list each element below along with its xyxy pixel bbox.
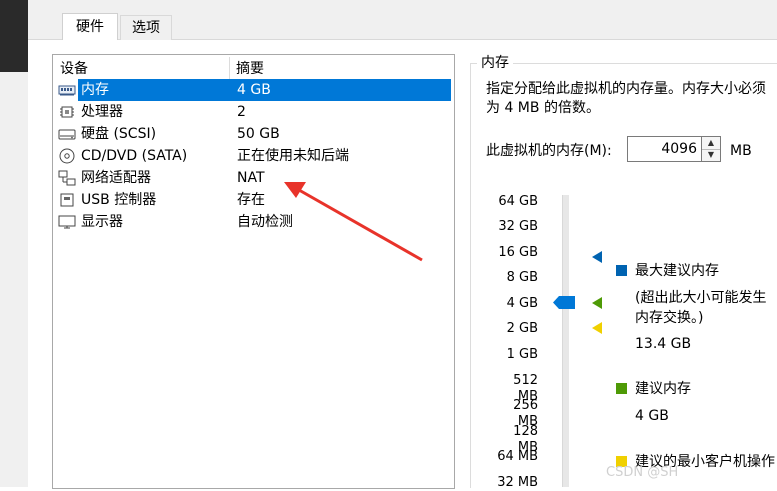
device-name: 处理器 [81,104,123,120]
tab-bar: 硬件 选项 [28,0,777,41]
legend-max-swatch [616,265,627,276]
spin-down-icon[interactable]: ▼ [702,149,720,161]
legend-recommended-label: 建议内存 [635,381,691,397]
harddisk-icon [58,129,76,140]
memory-group-title: 内存 [477,52,513,72]
scale-tick: 64 GB [498,194,538,209]
left-window-edge [0,0,28,487]
cd-icon [59,148,75,164]
memory-size-input[interactable]: 4096 [627,136,702,162]
recommended-marker [592,297,602,309]
device-name: 内存 [81,82,109,98]
legend-max-note: (超出此大小可能发生内存交换。) [635,290,767,326]
device-summary: 存在 [237,192,265,208]
device-name: 硬盘 (SCSI) [81,126,157,142]
monitor-icon [58,215,76,229]
device-row-cddvd[interactable]: CD/DVD (SATA) 正在使用未知后端 [54,145,451,167]
device-row-memory[interactable]: 内存 4 GB [54,79,451,101]
legend-recommended-swatch [616,383,627,394]
tab-options[interactable]: 选项 [120,15,172,40]
scale-tick: 32 MB [497,475,538,490]
scale-tick: 1 GB [506,347,538,362]
watermark: CSDN @SH [606,465,679,480]
memory-size-label: 此虚拟机的内存(M): [486,143,612,159]
device-summary: 4 GB [237,82,271,98]
legend-recommended-value: 4 GB [635,408,669,424]
min-recommended-marker [592,322,602,334]
column-header-device[interactable]: 设备 [60,59,88,79]
max-recommended-marker [592,251,602,263]
device-summary: 正在使用未知后端 [237,148,349,164]
scale-tick: 64 MB [497,449,538,464]
device-row-cpu[interactable]: 处理器 2 [54,101,451,123]
legend-max-value: 13.4 GB [635,336,692,352]
scale-tick: 4 GB [506,296,538,311]
device-summary: NAT [237,170,265,186]
legend-max-label: 最大建议内存 [635,263,719,279]
memory-unit: MB [730,143,752,159]
device-row-harddisk[interactable]: 硬盘 (SCSI) 50 GB [54,123,451,145]
memory-slider-thumb[interactable] [553,296,575,309]
column-separator[interactable] [229,57,230,79]
strip-gap [0,72,28,78]
scale-tick: 8 GB [506,270,538,285]
device-summary: 50 GB [237,126,280,142]
device-name: USB 控制器 [81,192,157,208]
memory-spinner[interactable]: ▲ ▼ [702,136,721,162]
scale-tick: 16 GB [498,245,538,260]
memory-description: 指定分配给此虚拟机的内存量。内存大小必须为 4 MB 的倍数。 [486,81,766,116]
network-icon [58,170,76,186]
usb-icon [60,193,74,207]
device-name: CD/DVD (SATA) [81,148,188,164]
scale-tick: 32 GB [498,219,538,234]
memory-slider-track[interactable] [562,195,569,487]
cpu-icon [60,106,74,118]
device-summary: 2 [237,104,246,120]
column-header-summary[interactable]: 摘要 [236,59,264,79]
memory-icon [58,85,76,96]
dark-strip [0,0,28,72]
device-name: 网络适配器 [81,170,151,186]
scale-tick: 2 GB [506,321,538,336]
device-list[interactable]: 设备 摘要 内存 4 GB 处理器 2 硬盘 (SCSI) 50 GB CD/D… [52,54,455,489]
annotation-arrow [284,182,423,262]
tab-hardware[interactable]: 硬件 [62,13,118,41]
device-name: 显示器 [81,214,123,230]
